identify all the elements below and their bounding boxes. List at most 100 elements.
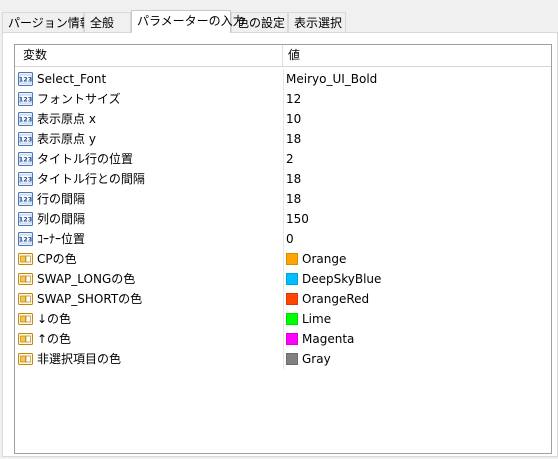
- parameter-name: CPの色: [37, 252, 77, 266]
- color-swatch: [286, 293, 298, 305]
- color-param-icon: [18, 352, 33, 366]
- parameter-value[interactable]: 2: [286, 149, 294, 169]
- table-row[interactable]: 123 Select_Font Meiryo_UI_Bold: [15, 69, 551, 89]
- table-row[interactable]: 123 ｺｰﾅｰ位置 0: [15, 229, 551, 249]
- parameter-grid: 変数 値 123 Select_Font Meiryo_UI_Bold 123 フォント…: [14, 44, 552, 454]
- parameter-name: 表示原点 y: [37, 132, 96, 146]
- parameter-value[interactable]: 150: [286, 209, 309, 229]
- parameter-value[interactable]: Magenta: [286, 329, 354, 349]
- number-icon: 123: [18, 232, 33, 246]
- parameter-value-text: Meiryo_UI_Bold: [286, 72, 378, 86]
- parameter-value-text: OrangeRed: [302, 292, 370, 306]
- tab-general[interactable]: 全般: [84, 12, 131, 32]
- parameter-value[interactable]: 10: [286, 109, 301, 129]
- parameter-value[interactable]: OrangeRed: [286, 289, 369, 309]
- parameter-name: SWAP_SHORTの色: [37, 292, 143, 306]
- tab-version-info[interactable]: パージョン情報: [2, 12, 92, 32]
- tab-bar: パージョン情報 全般 パラメーターの入力 色の設定 表示選択: [0, 0, 558, 33]
- parameter-value-text: Magenta: [302, 332, 355, 346]
- parameter-value-text: DeepSkyBlue: [302, 272, 382, 286]
- svg-text:123: 123: [19, 196, 33, 204]
- grid-header: 変数 値: [15, 45, 551, 67]
- color-swatch: [286, 253, 298, 265]
- tab-display-selection[interactable]: 表示選択: [288, 12, 346, 32]
- number-icon: 123: [18, 152, 33, 166]
- parameter-name: タイトル行との間隔: [37, 172, 145, 186]
- parameter-value-text: 0: [286, 232, 294, 246]
- table-row[interactable]: 123 表示原点 x 10: [15, 109, 551, 129]
- parameter-name: 表示原点 x: [37, 112, 96, 126]
- svg-text:123: 123: [19, 96, 33, 104]
- svg-text:123: 123: [19, 236, 33, 244]
- tab-parameter-input[interactable]: パラメーターの入力: [131, 10, 245, 33]
- table-row[interactable]: 123 表示原点 y 18: [15, 129, 551, 149]
- parameter-value[interactable]: 18: [286, 169, 301, 189]
- header-variable[interactable]: 変数: [15, 45, 283, 66]
- table-row[interactable]: ↓の色 Lime: [15, 309, 551, 329]
- color-swatch: [286, 333, 298, 345]
- parameter-value-text: Gray: [302, 352, 331, 366]
- table-row[interactable]: 123 行の間隔 18: [15, 189, 551, 209]
- number-icon: 123: [18, 112, 33, 126]
- header-value[interactable]: 値: [283, 45, 551, 66]
- table-row[interactable]: CPの色 Orange: [15, 249, 551, 269]
- parameter-value[interactable]: Orange: [286, 249, 346, 269]
- parameter-name: 非選択項目の色: [37, 352, 122, 366]
- number-icon: 123: [18, 212, 33, 226]
- table-row[interactable]: 123 タイトル行の位置 2: [15, 149, 551, 169]
- table-row[interactable]: ↑の色 Magenta: [15, 329, 551, 349]
- parameter-value[interactable]: Gray: [286, 349, 331, 369]
- parameter-value-text: Lime: [302, 312, 332, 326]
- svg-text:123: 123: [19, 156, 33, 164]
- color-param-icon: [18, 252, 33, 266]
- svg-text:123: 123: [19, 116, 33, 124]
- parameter-name: 列の間隔: [37, 212, 86, 226]
- svg-text:123: 123: [19, 216, 33, 224]
- parameter-name: ｺｰﾅｰ位置: [37, 232, 86, 246]
- color-param-icon: [18, 312, 33, 326]
- parameter-value-text: 18: [286, 192, 302, 206]
- table-row[interactable]: SWAP_LONGの色 DeepSkyBlue: [15, 269, 551, 289]
- parameter-value-text: 2: [286, 152, 294, 166]
- color-param-icon: [18, 292, 33, 306]
- parameter-name: Select_Font: [37, 72, 107, 86]
- parameter-value[interactable]: 18: [286, 189, 301, 209]
- table-row[interactable]: SWAP_SHORTの色 OrangeRed: [15, 289, 551, 309]
- svg-text:123: 123: [19, 176, 33, 184]
- table-row[interactable]: 123 フォントサイズ 12: [15, 89, 551, 109]
- parameter-name: ↓の色: [37, 312, 72, 326]
- parameter-name: ↑の色: [37, 332, 72, 346]
- table-row[interactable]: 123 タイトル行との間隔 18: [15, 169, 551, 189]
- parameter-value-text: 18: [286, 132, 302, 146]
- svg-text:123: 123: [19, 136, 33, 144]
- color-swatch: [286, 353, 298, 365]
- parameter-name: 行の間隔: [37, 192, 86, 206]
- parameter-name: タイトル行の位置: [37, 152, 134, 166]
- number-icon: 123: [18, 132, 33, 146]
- parameter-value-text: 10: [286, 112, 302, 126]
- parameter-value-text: 12: [286, 92, 302, 106]
- color-swatch: [286, 273, 298, 285]
- number-icon: 123: [18, 172, 33, 186]
- parameter-value[interactable]: Lime: [286, 309, 331, 329]
- parameter-value-text: 150: [286, 212, 309, 226]
- parameter-rows: 123 Select_Font Meiryo_UI_Bold 123 フォントサイズ 12…: [15, 69, 551, 369]
- color-param-icon: [18, 272, 33, 286]
- color-param-icon: [18, 332, 33, 346]
- color-swatch: [286, 313, 298, 325]
- parameter-value[interactable]: DeepSkyBlue: [286, 269, 381, 289]
- parameter-name: SWAP_LONGの色: [37, 272, 136, 286]
- number-icon: 123: [18, 192, 33, 206]
- parameter-value[interactable]: 12: [286, 89, 301, 109]
- number-icon: 123: [18, 72, 33, 86]
- svg-text:123: 123: [19, 76, 33, 84]
- parameter-value[interactable]: 0: [286, 229, 294, 249]
- number-icon: 123: [18, 92, 33, 106]
- parameter-value[interactable]: 18: [286, 129, 301, 149]
- parameter-name: フォントサイズ: [37, 92, 121, 106]
- parameter-value-text: 18: [286, 172, 302, 186]
- table-row[interactable]: 123 列の間隔 150: [15, 209, 551, 229]
- table-row[interactable]: 非選択項目の色 Gray: [15, 349, 551, 369]
- parameter-value-text: Orange: [302, 252, 347, 266]
- parameter-value[interactable]: Meiryo_UI_Bold: [286, 69, 377, 89]
